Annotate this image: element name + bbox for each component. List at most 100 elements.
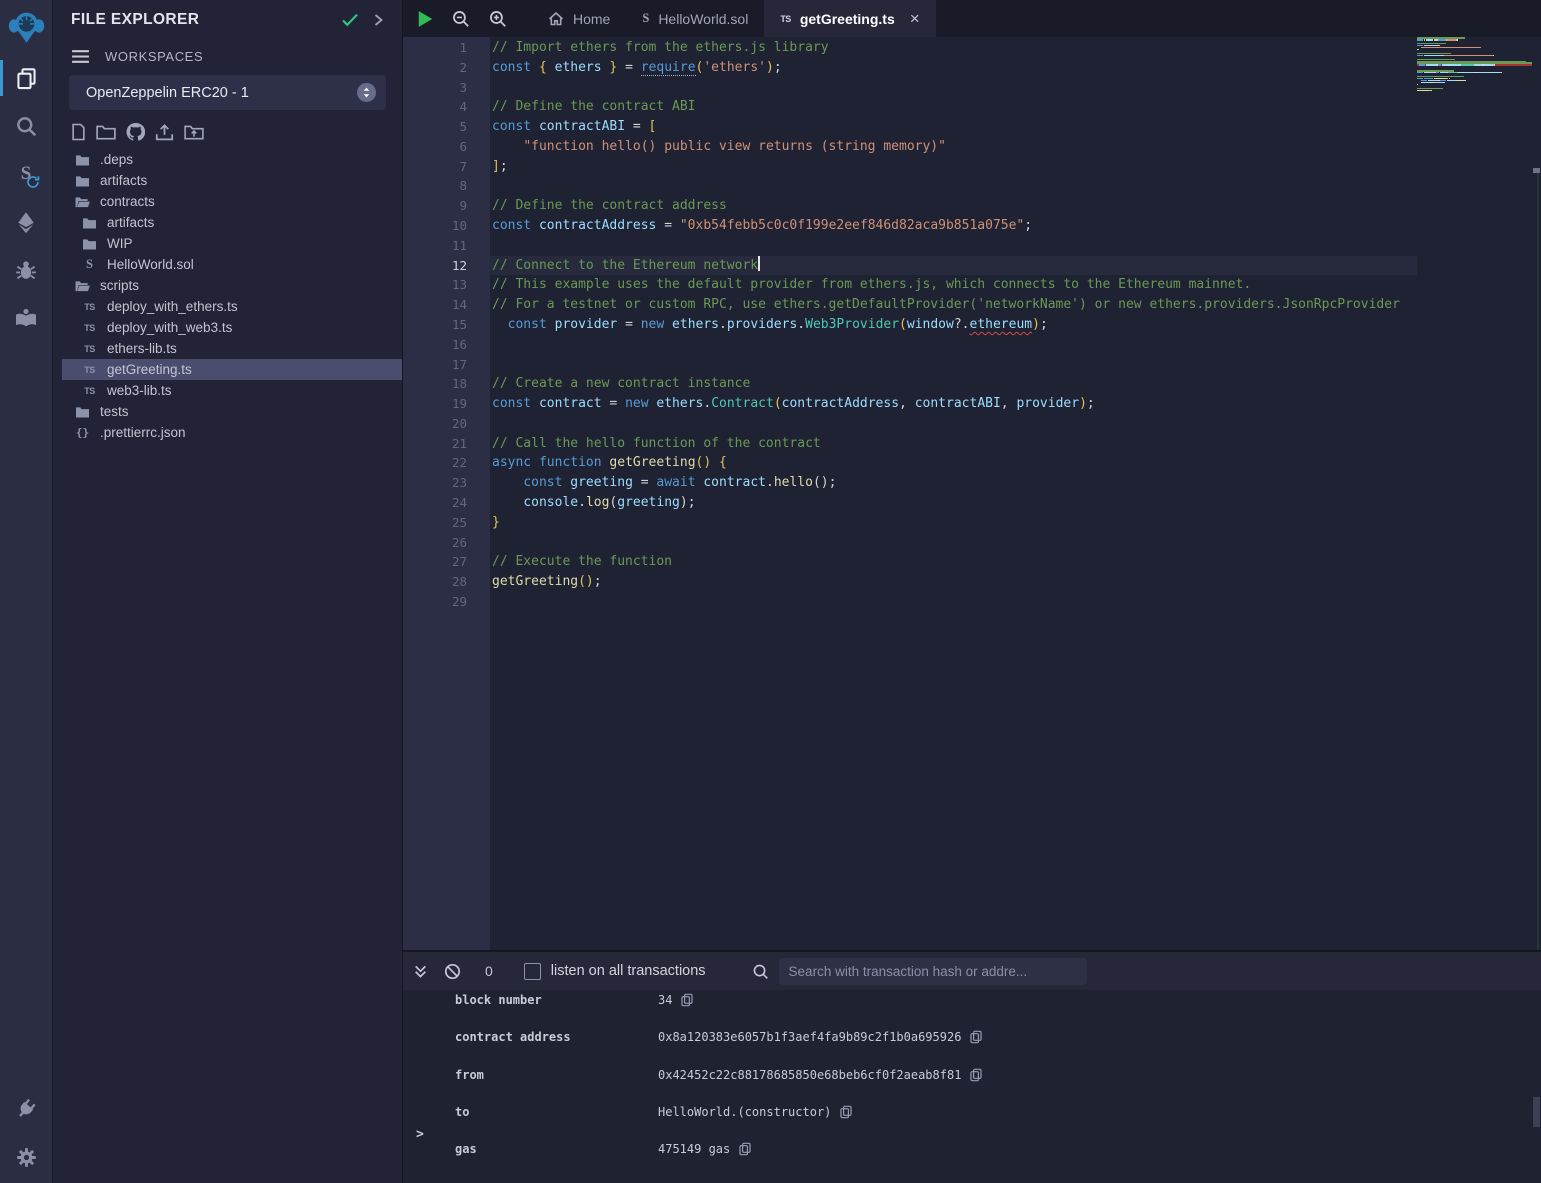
new-file-icon[interactable] xyxy=(71,123,86,141)
code-line-9[interactable]: // Define the contract address xyxy=(490,196,1417,216)
hamburger-menu-icon[interactable] xyxy=(71,49,90,64)
settings-icon[interactable] xyxy=(0,1133,53,1181)
code-line-7[interactable]: ]; xyxy=(490,157,1417,177)
ruler-decoration xyxy=(1537,168,1539,950)
tree-item-label: scripts xyxy=(100,278,139,293)
tree-item-web3-lib-ts[interactable]: TSweb3-lib.ts xyxy=(53,380,402,401)
terminal-header: 0 listen on all transactions xyxy=(403,952,1541,990)
editor-area: HomeSHelloWorld.solTSgetGreeting.ts× 123… xyxy=(403,0,1541,1183)
solidity-compiler-icon[interactable]: S xyxy=(0,150,53,198)
debugger-icon[interactable] xyxy=(0,246,53,294)
copy-icon[interactable] xyxy=(970,1030,982,1044)
line-number: 8 xyxy=(403,176,490,196)
code-line-6[interactable]: "function hello() public view returns (s… xyxy=(490,137,1417,157)
code-line-4[interactable]: // Define the contract ABI xyxy=(490,97,1417,117)
tree-item-contracts[interactable]: contracts xyxy=(53,191,402,212)
code-line-5[interactable]: const contractABI = [ xyxy=(490,117,1417,137)
tree-item-getgreeting-ts[interactable]: TSgetGreeting.ts xyxy=(53,359,402,380)
code-line-23[interactable]: const greeting = await contract.hello(); xyxy=(490,473,1417,493)
unit-testing-icon[interactable] xyxy=(0,294,53,342)
minimap[interactable] xyxy=(1417,37,1532,950)
remix-logo-icon[interactable] xyxy=(0,0,53,54)
tree-item-label: contracts xyxy=(100,194,155,209)
copy-icon[interactable] xyxy=(840,1105,852,1119)
code-line-15[interactable]: const provider = new ethers.providers.We… xyxy=(490,315,1417,335)
code-line-20[interactable] xyxy=(490,414,1417,434)
tree-item-deploy-with-web3-ts[interactable]: TSdeploy_with_web3.ts xyxy=(53,317,402,338)
collapse-terminal-icon[interactable] xyxy=(413,964,428,979)
code-line-10[interactable]: const contractAddress = "0xb54febb5c0c0f… xyxy=(490,216,1417,236)
activity-bar: S xyxy=(0,0,53,1183)
tx-detail-label: block number xyxy=(455,993,658,1007)
code-line-22[interactable]: async function getGreeting() { xyxy=(490,453,1417,473)
code-line-19[interactable]: const contract = new ethers.Contract(con… xyxy=(490,394,1417,414)
tab-home[interactable]: Home xyxy=(532,0,626,37)
close-tab-icon[interactable]: × xyxy=(910,10,920,27)
ts-icon: TS xyxy=(81,323,98,333)
file-explorer-icon[interactable] xyxy=(0,54,53,102)
tree-item-label: ethers-lib.ts xyxy=(107,341,177,356)
tree-item-artifacts[interactable]: artifacts xyxy=(53,212,402,233)
zoom-out-icon[interactable] xyxy=(442,0,479,37)
tree-item-label: deploy_with_ethers.ts xyxy=(107,299,238,314)
code-line-12[interactable]: // Connect to the Ethereum network xyxy=(490,256,1417,276)
ts-icon: TS xyxy=(81,365,98,375)
tree-item-helloworld-sol[interactable]: SHelloWorld.sol xyxy=(53,254,402,275)
code-line-11[interactable] xyxy=(490,236,1417,256)
tree-item--prettierrc-json[interactable]: {}.prettierrc.json xyxy=(53,422,402,443)
code-line-27[interactable]: // Execute the function xyxy=(490,552,1417,572)
copy-icon[interactable] xyxy=(681,993,693,1007)
ruler-cursor-tick xyxy=(1533,168,1540,173)
folder-open-icon xyxy=(74,195,91,208)
code-lines[interactable]: // Import ethers from the ethers.js libr… xyxy=(490,37,1417,950)
tree-item-deploy-with-ethers-ts[interactable]: TSdeploy_with_ethers.ts xyxy=(53,296,402,317)
copy-icon[interactable] xyxy=(970,1068,982,1082)
upload-folder-icon[interactable] xyxy=(184,124,204,140)
code-line-28[interactable]: getGreeting(); xyxy=(490,572,1417,592)
folder-icon xyxy=(74,153,91,166)
code-line-8[interactable] xyxy=(490,176,1417,196)
plugin-manager-icon[interactable] xyxy=(0,1085,53,1133)
zoom-in-icon[interactable] xyxy=(479,0,516,37)
code-line-18[interactable]: // Create a new contract instance xyxy=(490,374,1417,394)
code-line-1[interactable]: // Import ethers from the ethers.js libr… xyxy=(490,38,1417,58)
code-line-3[interactable] xyxy=(490,78,1417,98)
tree-item-label: .prettierrc.json xyxy=(100,425,186,440)
terminal-scrollbar-thumb[interactable] xyxy=(1533,1097,1540,1127)
search-icon[interactable] xyxy=(0,102,53,150)
deploy-run-icon[interactable] xyxy=(0,198,53,246)
clear-console-icon[interactable] xyxy=(444,963,461,980)
tree-item--deps[interactable]: .deps xyxy=(53,149,402,170)
tree-item-wip[interactable]: WIP xyxy=(53,233,402,254)
tab-helloworld-sol[interactable]: SHelloWorld.sol xyxy=(626,0,764,37)
file-actions-toolbar xyxy=(53,110,402,146)
code-line-21[interactable]: // Call the hello function of the contra… xyxy=(490,434,1417,454)
code-editor[interactable]: 1234567891011121314151617181920212223242… xyxy=(403,37,1541,950)
new-folder-icon[interactable] xyxy=(96,124,116,140)
upload-file-icon[interactable] xyxy=(155,124,174,141)
code-line-26[interactable] xyxy=(490,533,1417,553)
tree-item-scripts[interactable]: scripts xyxy=(53,275,402,296)
tx-detail-row: toHelloWorld.(constructor) xyxy=(455,1104,852,1120)
accept-check-icon[interactable] xyxy=(341,13,359,27)
tab-getgreeting-ts[interactable]: TSgetGreeting.ts× xyxy=(764,0,935,37)
tree-item-artifacts[interactable]: artifacts xyxy=(53,170,402,191)
code-line-29[interactable] xyxy=(490,592,1417,612)
github-icon[interactable] xyxy=(126,123,145,141)
solidity-icon: S xyxy=(642,11,649,26)
code-line-17[interactable] xyxy=(490,355,1417,375)
tree-item-tests[interactable]: tests xyxy=(53,401,402,422)
terminal-search-input[interactable] xyxy=(779,958,1087,985)
code-line-24[interactable]: console.log(greeting); xyxy=(490,493,1417,513)
code-line-25[interactable]: } xyxy=(490,513,1417,533)
copy-icon[interactable] xyxy=(739,1142,751,1156)
run-script-icon[interactable] xyxy=(403,0,442,37)
code-line-14[interactable]: // For a testnet or custom RPC, use ethe… xyxy=(490,295,1417,315)
code-line-16[interactable] xyxy=(490,335,1417,355)
workspace-select[interactable]: OpenZeppelin ERC20 - 1 xyxy=(69,75,386,110)
listen-transactions-checkbox[interactable] xyxy=(524,963,541,980)
code-line-2[interactable]: const { ethers } = require('ethers'); xyxy=(490,58,1417,78)
chevron-right-icon[interactable] xyxy=(373,13,384,27)
code-line-13[interactable]: // This example uses the default provide… xyxy=(490,275,1417,295)
tree-item-ethers-lib-ts[interactable]: TSethers-lib.ts xyxy=(53,338,402,359)
